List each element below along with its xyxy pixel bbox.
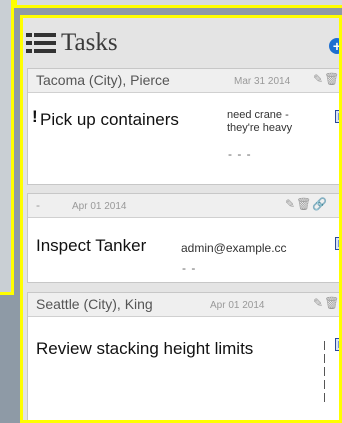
task-card[interactable]: Tacoma (City), Pierce Mar 31 2014 ✎🗑 ! P…	[27, 68, 339, 185]
task-card-header: Tacoma (City), Pierce Mar 31 2014 ✎🗑	[28, 69, 339, 93]
checkbox-icon[interactable]	[335, 110, 339, 123]
task-location: Tacoma (City), Pierce	[36, 72, 170, 88]
task-date: Mar 31 2014	[234, 76, 291, 87]
task-card-header: - Apr 01 2014 ✎🗑🔗	[28, 194, 339, 218]
left-panel-edge	[0, 0, 14, 295]
checkbox-icon[interactable]	[335, 237, 339, 250]
list-icon	[26, 33, 56, 53]
trash-icon[interactable]: 🗑	[324, 296, 339, 310]
panel-header: Tasks +	[23, 18, 339, 56]
tasks-panel: Tasks + Tacoma (City), Pierce Mar 31 201…	[20, 15, 342, 423]
trash-icon[interactable]: 🗑	[296, 197, 312, 211]
task-date: Apr 01 2014	[72, 201, 127, 212]
task-title[interactable]: Pick up containers	[40, 110, 179, 130]
checkbox-icon[interactable]	[335, 338, 339, 351]
edit-icon[interactable]: ✎	[313, 296, 324, 310]
edit-icon[interactable]: ✎	[285, 197, 296, 211]
task-card-header: Seattle (City), King Apr 01 2014 ✎🗑	[28, 293, 339, 317]
panel-title: Tasks	[61, 29, 118, 56]
add-task-icon[interactable]: +	[329, 38, 339, 54]
task-location: Seattle (City), King	[36, 296, 153, 312]
task-assignee: admin@example.cc	[181, 242, 287, 255]
task-note: need crane - they're heavy	[227, 109, 293, 134]
task-date: Apr 01 2014	[210, 300, 265, 311]
task-title[interactable]: Inspect Tanker	[36, 236, 146, 256]
task-more: - -	[182, 261, 197, 275]
trash-icon[interactable]: 🗑	[324, 72, 339, 86]
task-title[interactable]: Review stacking height limits	[36, 339, 253, 359]
task-more: - - -	[228, 147, 252, 161]
task-location: -	[36, 198, 40, 212]
top-panel-edge	[14, 0, 342, 8]
more-indicator	[324, 341, 326, 406]
edit-icon[interactable]: ✎	[313, 72, 324, 86]
link-icon[interactable]: 🔗	[312, 197, 328, 211]
task-card[interactable]: - Apr 01 2014 ✎🗑🔗 Inspect Tanker admin@e…	[27, 193, 339, 283]
priority-flag: !	[32, 107, 38, 126]
task-card[interactable]: Seattle (City), King Apr 01 2014 ✎🗑 Revi…	[27, 292, 339, 420]
